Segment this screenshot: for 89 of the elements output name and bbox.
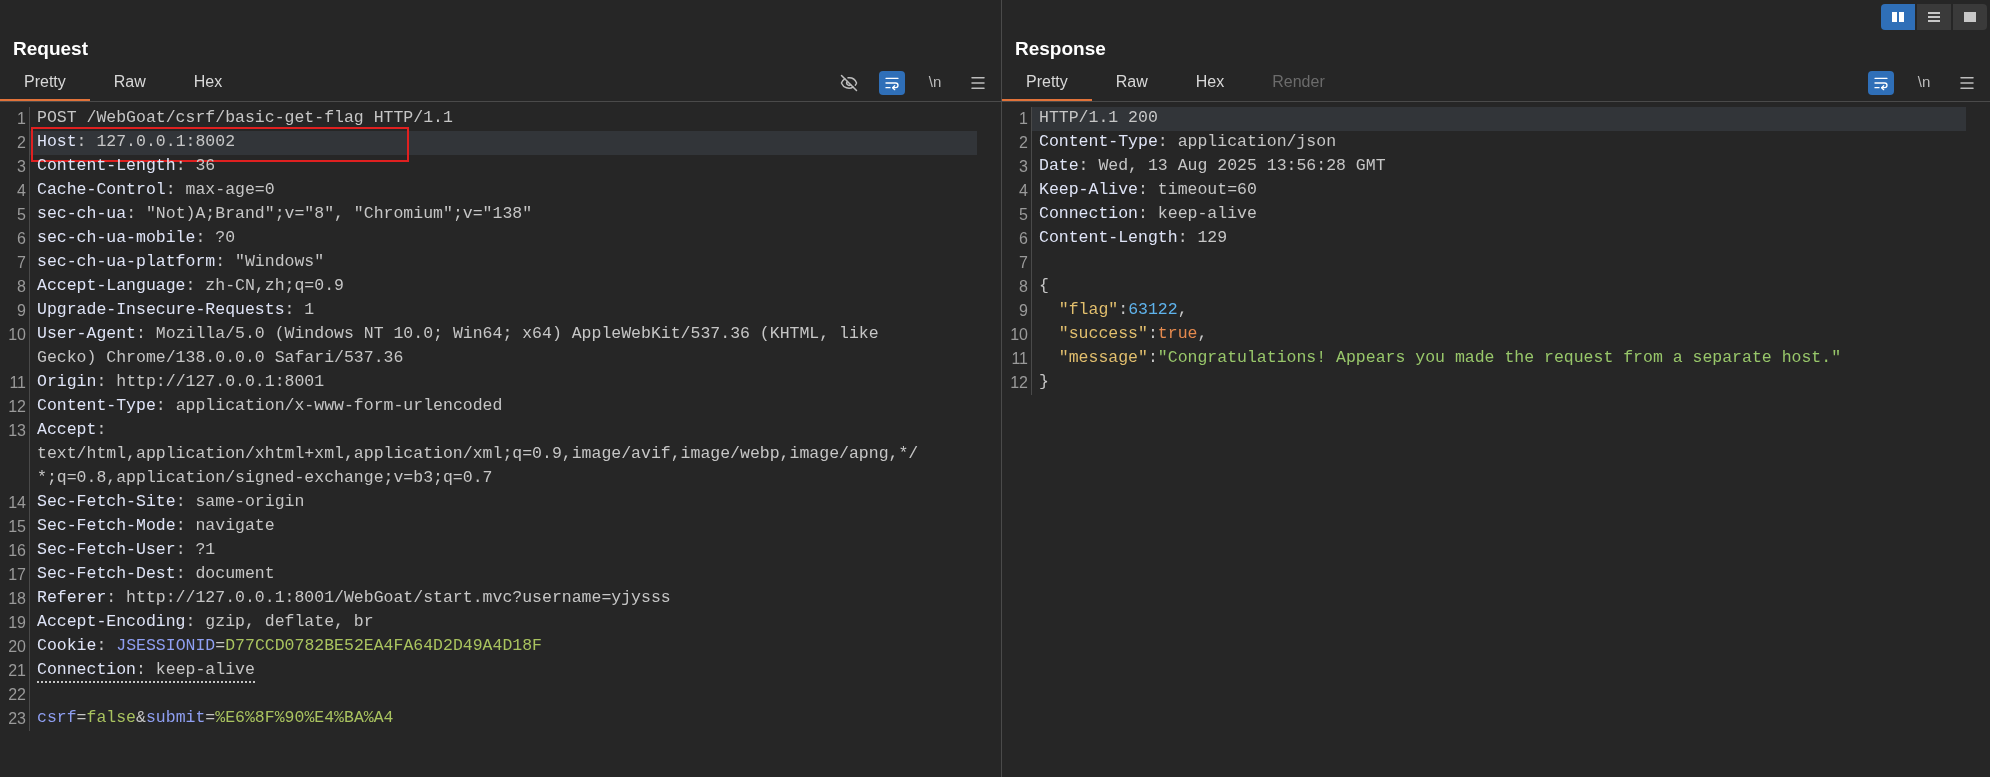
code-line: Cache-Control: max-age=0 [37,179,275,201]
line-number: 22 [8,685,26,705]
layout-toggle[interactable] [1917,4,1951,30]
code-line: Date: Wed, 13 Aug 2025 13:56:28 GMT [1039,155,1386,177]
code-line: } [1039,371,1049,393]
layout-toggle[interactable] [1953,4,1987,30]
line-number: 7 [17,253,26,273]
single-pane-icon [1963,11,1977,23]
tab[interactable]: Pretty [0,64,90,101]
line-number: 7 [1019,253,1028,273]
wrap-lines-icon[interactable] [879,70,905,95]
line-number: 4 [17,181,26,201]
code-line: Sec-Fetch-Mode: navigate [37,515,275,537]
code-line: Connection: keep-alive [1039,203,1257,225]
code-line: Content-Type: application/x-www-form-urlencoded [37,395,503,417]
tab[interactable]: Hex [169,64,247,101]
code-line: *;q=0.8,application/signed-exchange;v=b3;q=0.7 [37,467,493,489]
tab[interactable]: Pretty [1002,64,1092,101]
line-number: 12 [8,397,26,417]
code-line: "message":"Congratulations! Appears you made the request from a separate host." [1057,347,1842,369]
line-number: 4 [1019,181,1028,201]
code-line: Accept: [37,419,107,441]
code-line: Content-Length: 129 [1039,227,1228,249]
line-number: 3 [17,157,26,177]
tab[interactable]: Raw [89,64,170,101]
line-number: 23 [8,709,26,729]
code-line: Sec-Fetch-Site: same-origin [37,491,305,513]
line-number: 13 [8,421,26,441]
line-number: 21 [8,661,26,681]
code-line: Keep-Alive: timeout=60 [1039,179,1257,201]
tab[interactable]: Hex [1171,64,1249,101]
line-number: 6 [17,229,26,249]
line-number: 19 [8,613,26,633]
layout-toggle[interactable] [1881,4,1915,30]
code-line: Upgrade-Insecure-Requests: 1 [37,299,315,321]
newline-toggle[interactable]: \n [1911,70,1937,95]
code-line: Content-Type: application/json [1039,131,1337,153]
line-number: 17 [8,565,26,585]
code-line: Connection: keep-alive [37,659,255,683]
line-number: 16 [8,541,26,561]
line-number: 1 [1019,109,1028,129]
wrap-lines-icon[interactable] [1868,70,1894,95]
code-line: Origin: http://127.0.0.1:8001 [37,371,325,393]
code-line: Cookie: JSESSIONID=D77CCD0782BE52EA4FA64D2D49A4D18F [37,635,543,657]
line-number: 2 [17,133,26,153]
line-number: 5 [17,205,26,225]
split-rows-icon [1927,11,1941,23]
line-number: 3 [1019,157,1028,177]
line-number: 11 [1011,349,1028,369]
code-line: Accept-Encoding: gzip, deflate, br [37,611,374,633]
line-number: 1 [17,109,26,129]
code-line: Sec-Fetch-Dest: document [37,563,275,585]
line-number: 8 [1019,277,1028,297]
line-number: 15 [8,517,26,537]
newline-toggle[interactable]: \n [922,70,948,95]
tab[interactable]: Raw [1091,64,1172,101]
line-number: 5 [1019,205,1028,225]
line-number: 2 [1019,133,1028,153]
code-line: sec-ch-ua-platform: "Windows" [37,251,325,273]
line-number: 9 [1019,301,1028,321]
code-line: Sec-Fetch-User: ?1 [37,539,216,561]
line-number: 6 [1019,229,1028,249]
split-columns-icon [1891,11,1905,23]
code-line: { [1039,275,1049,297]
code-line: text/html,application/xhtml+xml,application/xml;q=0.9,image/avif,image/webp,image/apng,*/ [37,443,919,465]
code-line: csrf=false&submit=%E6%8F%90%E4%BA%A4 [37,707,394,729]
pane-title: Request [13,36,88,61]
pane-title: Response [1015,36,1106,61]
line-number: 12 [1010,373,1028,393]
code-line: "success":true, [1057,323,1208,345]
line-number: 14 [8,493,26,513]
line-number: 10 [8,325,26,345]
code-line: Accept-Language: zh-CN,zh;q=0.9 [37,275,344,297]
line-number: 9 [17,301,26,321]
line-number: 20 [8,637,26,657]
code-line: sec-ch-ua: "Not)A;Brand";v="8", "Chromium";v="138" [37,203,533,225]
code-line: Gecko) Chrome/138.0.0.0 Safari/537.36 [37,347,404,369]
line-number: 10 [1010,325,1028,345]
line-number: 8 [17,277,26,297]
line-number: 11 [9,373,26,393]
code-line: User-Agent: Mozilla/5.0 (Windows NT 10.0; Win64; x64) AppleWebKit/537.36 (KHTML, like [37,323,879,345]
code-line: Host: 127.0.0.1:8002 [37,131,236,153]
line-number: 18 [8,589,26,609]
code-line: sec-ch-ua-mobile: ?0 [37,227,236,249]
code-line: POST /WebGoat/csrf/basic-get-flag HTTP/1.1 [37,107,453,129]
code-line: Referer: http://127.0.0.1:8001/WebGoat/start.mvc?username=yjysss [37,587,671,609]
code-line: Content-Length: 36 [37,155,216,177]
code-line: HTTP/1.1 200 [1039,107,1158,129]
code-line: "flag":63122, [1057,299,1188,321]
